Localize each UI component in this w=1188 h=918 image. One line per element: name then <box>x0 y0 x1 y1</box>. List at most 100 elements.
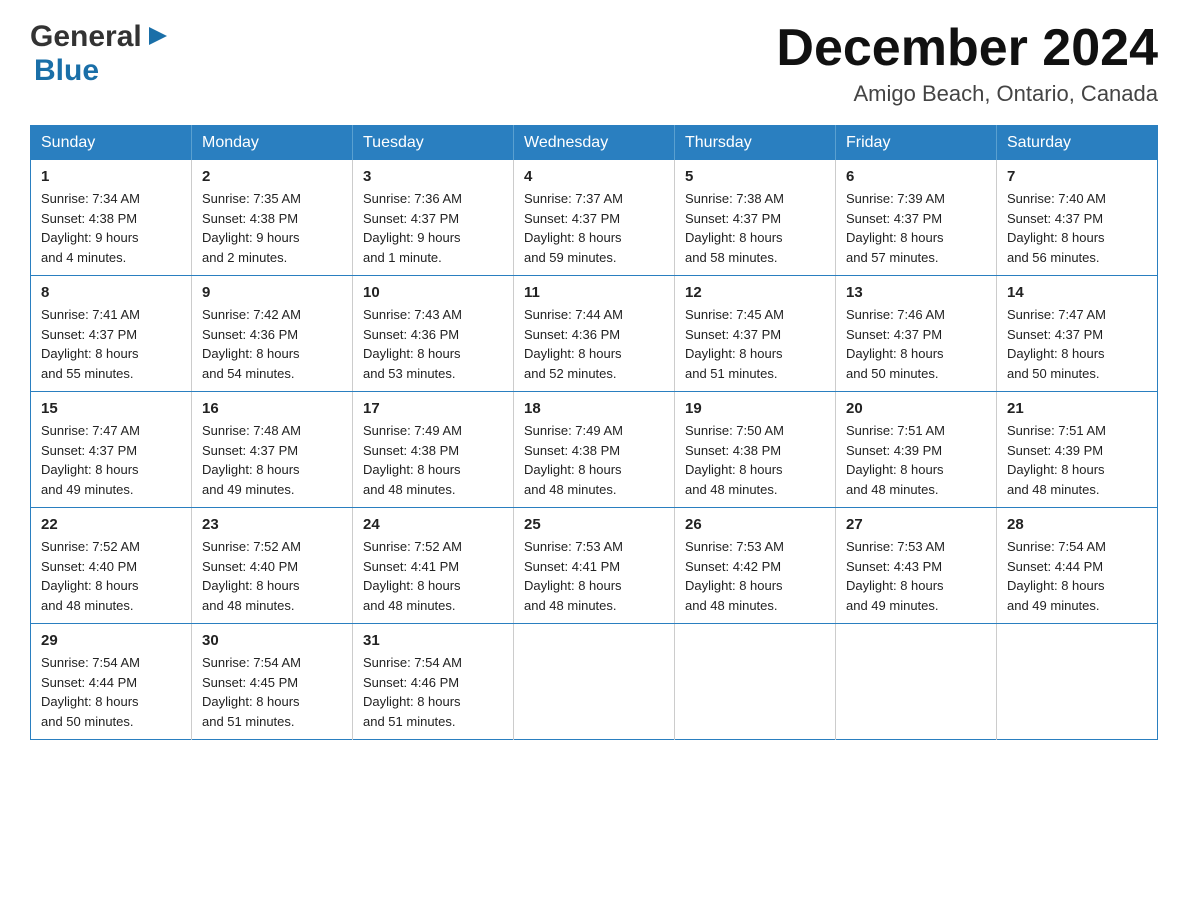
day-cell-22: 22 Sunrise: 7:52 AMSunset: 4:40 PMDayligh… <box>31 508 192 624</box>
col-header-friday: Friday <box>836 126 997 161</box>
week-row-1: 1 Sunrise: 7:34 AMSunset: 4:38 PMDaylight… <box>31 160 1158 276</box>
day-info: Sunrise: 7:53 AMSunset: 4:42 PMDaylight:… <box>685 537 825 615</box>
day-number: 14 <box>1007 284 1147 301</box>
day-info: Sunrise: 7:43 AMSunset: 4:36 PMDaylight:… <box>363 305 503 383</box>
day-cell-28: 28Sunrise: 7:54 AMSunset: 4:44 PMDayligh… <box>997 508 1158 624</box>
day-cell-10: 10Sunrise: 7:43 AMSunset: 4:36 PMDayligh… <box>353 276 514 392</box>
day-info: Sunrise: 7:50 AMSunset: 4:38 PMDaylight:… <box>685 421 825 499</box>
day-info: Sunrise: 7:42 AMSunset: 4:36 PMDaylight:… <box>202 305 342 383</box>
day-number: 18 <box>524 400 664 417</box>
month-title: December 2024 <box>776 20 1158 77</box>
day-info: Sunrise: 7:48 AMSunset: 4:37 PMDaylight:… <box>202 421 342 499</box>
week-row-4: 22 Sunrise: 7:52 AMSunset: 4:40 PMDayligh… <box>31 508 1158 624</box>
day-number: 3 <box>363 168 503 185</box>
week-row-5: 29 Sunrise: 7:54 AMSunset: 4:44 PMDayligh… <box>31 624 1158 740</box>
col-header-saturday: Saturday <box>997 126 1158 161</box>
day-info: Sunrise: 7:46 AMSunset: 4:37 PMDaylight:… <box>846 305 986 383</box>
page-header: General Blue December 2024 Amigo Beach, … <box>30 20 1158 107</box>
empty-cell <box>836 624 997 740</box>
day-number: 5 <box>685 168 825 185</box>
day-number: 31 <box>363 632 503 649</box>
day-cell-13: 13 Sunrise: 7:46 AMSunset: 4:37 PMDayligh… <box>836 276 997 392</box>
day-number: 16 <box>202 400 342 417</box>
day-cell-29: 29 Sunrise: 7:54 AMSunset: 4:44 PMDayligh… <box>31 624 192 740</box>
day-info: Sunrise: 7:35 AMSunset: 4:38 PMDaylight:… <box>202 189 342 267</box>
day-number: 25 <box>524 516 664 533</box>
day-cell-4: 4 Sunrise: 7:37 AMSunset: 4:37 PMDaylight… <box>514 160 675 276</box>
day-number: 22 <box>41 516 181 533</box>
day-info: Sunrise: 7:52 AMSunset: 4:40 PMDaylight:… <box>41 537 181 615</box>
day-number: 17 <box>363 400 503 417</box>
day-info: Sunrise: 7:52 AMSunset: 4:41 PMDaylight:… <box>363 537 503 615</box>
day-cell-7: 7Sunrise: 7:40 AMSunset: 4:37 PMDaylight… <box>997 160 1158 276</box>
col-header-tuesday: Tuesday <box>353 126 514 161</box>
day-number: 30 <box>202 632 342 649</box>
day-cell-5: 5 Sunrise: 7:38 AMSunset: 4:37 PMDaylight… <box>675 160 836 276</box>
day-number: 23 <box>202 516 342 533</box>
day-cell-11: 11 Sunrise: 7:44 AMSunset: 4:36 PMDayligh… <box>514 276 675 392</box>
day-number: 29 <box>41 632 181 649</box>
day-cell-9: 9 Sunrise: 7:42 AMSunset: 4:36 PMDaylight… <box>192 276 353 392</box>
logo-general-text: General <box>30 20 142 54</box>
day-info: Sunrise: 7:54 AMSunset: 4:45 PMDaylight:… <box>202 653 342 731</box>
day-cell-6: 6Sunrise: 7:39 AMSunset: 4:37 PMDaylight… <box>836 160 997 276</box>
day-number: 9 <box>202 284 342 301</box>
empty-cell <box>997 624 1158 740</box>
day-number: 26 <box>685 516 825 533</box>
day-cell-21: 21 Sunrise: 7:51 AMSunset: 4:39 PMDayligh… <box>997 392 1158 508</box>
day-info: Sunrise: 7:49 AMSunset: 4:38 PMDaylight:… <box>363 421 503 499</box>
col-header-wednesday: Wednesday <box>514 126 675 161</box>
calendar-header-row: SundayMondayTuesdayWednesdayThursdayFrid… <box>31 126 1158 161</box>
day-number: 6 <box>846 168 986 185</box>
day-info: Sunrise: 7:52 AMSunset: 4:40 PMDaylight:… <box>202 537 342 615</box>
day-cell-14: 14 Sunrise: 7:47 AMSunset: 4:37 PMDayligh… <box>997 276 1158 392</box>
day-info: Sunrise: 7:47 AMSunset: 4:37 PMDaylight:… <box>41 421 181 499</box>
day-cell-2: 2Sunrise: 7:35 AMSunset: 4:38 PMDaylight… <box>192 160 353 276</box>
day-info: Sunrise: 7:54 AMSunset: 4:44 PMDaylight:… <box>41 653 181 731</box>
week-row-3: 15Sunrise: 7:47 AMSunset: 4:37 PMDayligh… <box>31 392 1158 508</box>
day-number: 13 <box>846 284 986 301</box>
day-info: Sunrise: 7:38 AMSunset: 4:37 PMDaylight:… <box>685 189 825 267</box>
day-info: Sunrise: 7:47 AMSunset: 4:37 PMDaylight:… <box>1007 305 1147 383</box>
logo: General Blue <box>30 20 169 88</box>
col-header-monday: Monday <box>192 126 353 161</box>
day-info: Sunrise: 7:34 AMSunset: 4:38 PMDaylight:… <box>41 189 181 267</box>
day-cell-23: 23 Sunrise: 7:52 AMSunset: 4:40 PMDayligh… <box>192 508 353 624</box>
day-info: Sunrise: 7:41 AMSunset: 4:37 PMDaylight:… <box>41 305 181 383</box>
day-number: 21 <box>1007 400 1147 417</box>
day-number: 24 <box>363 516 503 533</box>
day-cell-27: 27 Sunrise: 7:53 AMSunset: 4:43 PMDayligh… <box>836 508 997 624</box>
day-info: Sunrise: 7:36 AMSunset: 4:37 PMDaylight:… <box>363 189 503 267</box>
empty-cell <box>514 624 675 740</box>
day-number: 7 <box>1007 168 1147 185</box>
day-info: Sunrise: 7:45 AMSunset: 4:37 PMDaylight:… <box>685 305 825 383</box>
day-number: 20 <box>846 400 986 417</box>
day-number: 12 <box>685 284 825 301</box>
day-cell-16: 16 Sunrise: 7:48 AMSunset: 4:37 PMDayligh… <box>192 392 353 508</box>
day-number: 1 <box>41 168 181 185</box>
week-row-2: 8 Sunrise: 7:41 AMSunset: 4:37 PMDaylight… <box>31 276 1158 392</box>
day-info: Sunrise: 7:44 AMSunset: 4:36 PMDaylight:… <box>524 305 664 383</box>
day-number: 4 <box>524 168 664 185</box>
day-cell-26: 26 Sunrise: 7:53 AMSunset: 4:42 PMDayligh… <box>675 508 836 624</box>
empty-cell <box>675 624 836 740</box>
day-info: Sunrise: 7:37 AMSunset: 4:37 PMDaylight:… <box>524 189 664 267</box>
day-cell-31: 31 Sunrise: 7:54 AMSunset: 4:46 PMDayligh… <box>353 624 514 740</box>
day-number: 11 <box>524 284 664 301</box>
day-info: Sunrise: 7:54 AMSunset: 4:46 PMDaylight:… <box>363 653 503 731</box>
day-info: Sunrise: 7:54 AMSunset: 4:44 PMDaylight:… <box>1007 537 1147 615</box>
day-cell-1: 1 Sunrise: 7:34 AMSunset: 4:38 PMDaylight… <box>31 160 192 276</box>
day-cell-24: 24 Sunrise: 7:52 AMSunset: 4:41 PMDayligh… <box>353 508 514 624</box>
day-cell-15: 15Sunrise: 7:47 AMSunset: 4:37 PMDayligh… <box>31 392 192 508</box>
day-info: Sunrise: 7:51 AMSunset: 4:39 PMDaylight:… <box>1007 421 1147 499</box>
day-cell-20: 20Sunrise: 7:51 AMSunset: 4:39 PMDayligh… <box>836 392 997 508</box>
day-number: 27 <box>846 516 986 533</box>
day-number: 19 <box>685 400 825 417</box>
day-info: Sunrise: 7:53 AMSunset: 4:43 PMDaylight:… <box>846 537 986 615</box>
day-number: 8 <box>41 284 181 301</box>
title-area: December 2024 Amigo Beach, Ontario, Cana… <box>776 20 1158 107</box>
day-cell-3: 3 Sunrise: 7:36 AMSunset: 4:37 PMDaylight… <box>353 160 514 276</box>
calendar-table: SundayMondayTuesdayWednesdayThursdayFrid… <box>30 125 1158 740</box>
day-cell-12: 12 Sunrise: 7:45 AMSunset: 4:37 PMDayligh… <box>675 276 836 392</box>
logo-triangle-icon <box>147 25 169 52</box>
